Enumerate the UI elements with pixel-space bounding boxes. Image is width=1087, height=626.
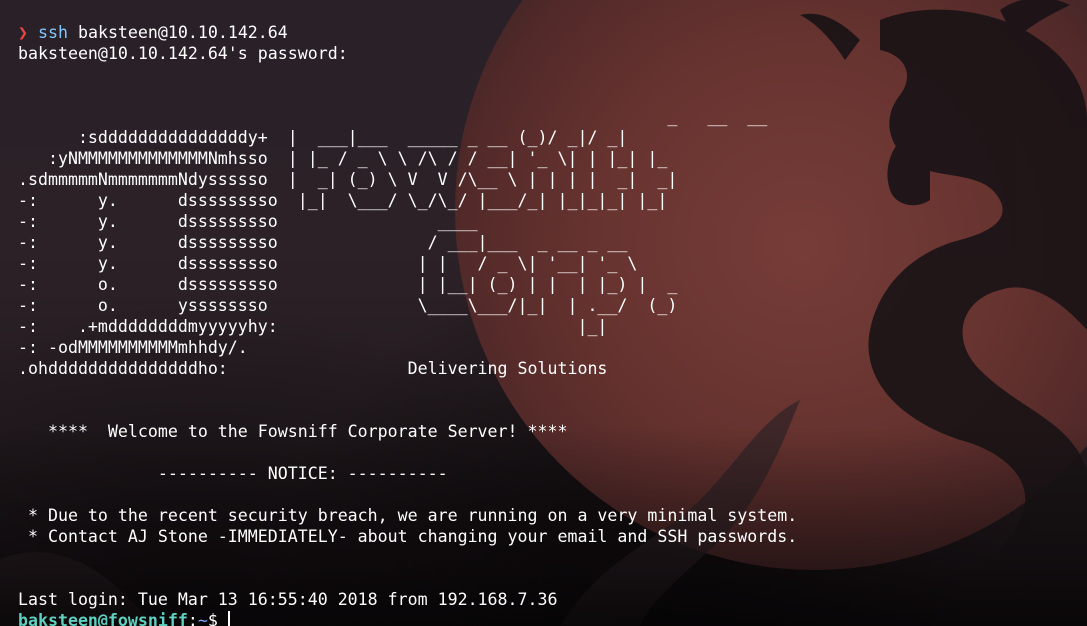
banner-line bbox=[18, 568, 797, 589]
banner-line bbox=[18, 484, 797, 505]
notice-item: * Due to the recent security breach, we … bbox=[18, 506, 798, 525]
shell-user: baksteen@fowsniff bbox=[18, 611, 188, 626]
notice-header: ---------- NOTICE: ---------- bbox=[18, 464, 448, 483]
banner-line: _ __ __ bbox=[18, 107, 768, 126]
banner-line bbox=[18, 64, 797, 85]
shell-separator: : bbox=[187, 611, 198, 626]
banner-line: -: y. dsssssssso | | / _ \| '__| '_ \ bbox=[18, 254, 638, 273]
banner-line: .sdmmmmmNmmmmmmmNdyssssso | _| (_) \ V V… bbox=[18, 170, 678, 189]
shell-prompt[interactable]: baksteen@fowsniff:~$ bbox=[18, 610, 797, 626]
password-prompt: baksteen@10.10.142.64's password: bbox=[18, 44, 348, 63]
notice-item: * Contact AJ Stone -IMMEDIATELY- about c… bbox=[18, 527, 798, 546]
banner-line bbox=[18, 547, 797, 568]
shell-path: ~ bbox=[197, 611, 208, 626]
command-line: ❯ ssh baksteen@10.10.142.64 bbox=[18, 22, 797, 43]
terminal-window[interactable]: ❯ ssh baksteen@10.10.142.64 baksteen@10.1… bbox=[0, 0, 1087, 626]
banner-line bbox=[18, 442, 797, 463]
text-cursor[interactable] bbox=[227, 611, 230, 626]
banner-line: -: y. dsssssssso |_| \___/ \_/\_/ |___/_… bbox=[18, 191, 668, 210]
banner-line: -: .+mddddddddmyyyyyhy: |_| bbox=[18, 317, 608, 336]
banner-line: .ohdddddddddddddddho: Delivering Solutio… bbox=[18, 359, 608, 378]
banner-line: -: -odMMMMMMMMMMmhhdy/. bbox=[18, 338, 248, 357]
command-name: ssh bbox=[38, 23, 68, 42]
banner-line bbox=[18, 400, 797, 421]
welcome-line: **** Welcome to the Fowsniff Corporate S… bbox=[18, 422, 568, 441]
banner-line: -: y. dsssssssso / ___|___ _ __ _ __ bbox=[18, 233, 628, 252]
banner-line: -: o. dsssssssso | |__| (_) | | | |_) | … bbox=[18, 275, 678, 294]
banner-line bbox=[18, 85, 797, 106]
banner-line: :sdddddddddddddddy+ | ___|___ _____ _ __… bbox=[18, 128, 628, 147]
banner-line: -: y. dsssssssso ____ bbox=[18, 212, 478, 231]
banner-line: -: o. yssssssso \____\___/|_| | .__/ (_) bbox=[18, 296, 678, 315]
terminal-output: ❯ ssh baksteen@10.10.142.64 baksteen@10.1… bbox=[18, 22, 797, 626]
command-args: baksteen@10.10.142.64 bbox=[67, 23, 288, 42]
prompt-arrow-icon: ❯ bbox=[18, 23, 28, 42]
shell-symbol: $ bbox=[207, 611, 228, 626]
banner-line: :yNMMMMMMMMMMMMMNmhsso | |_ / _ \ \ /\ /… bbox=[18, 149, 668, 168]
last-login-line: Last login: Tue Mar 13 16:55:40 2018 fro… bbox=[18, 590, 558, 609]
banner-line bbox=[18, 379, 797, 400]
